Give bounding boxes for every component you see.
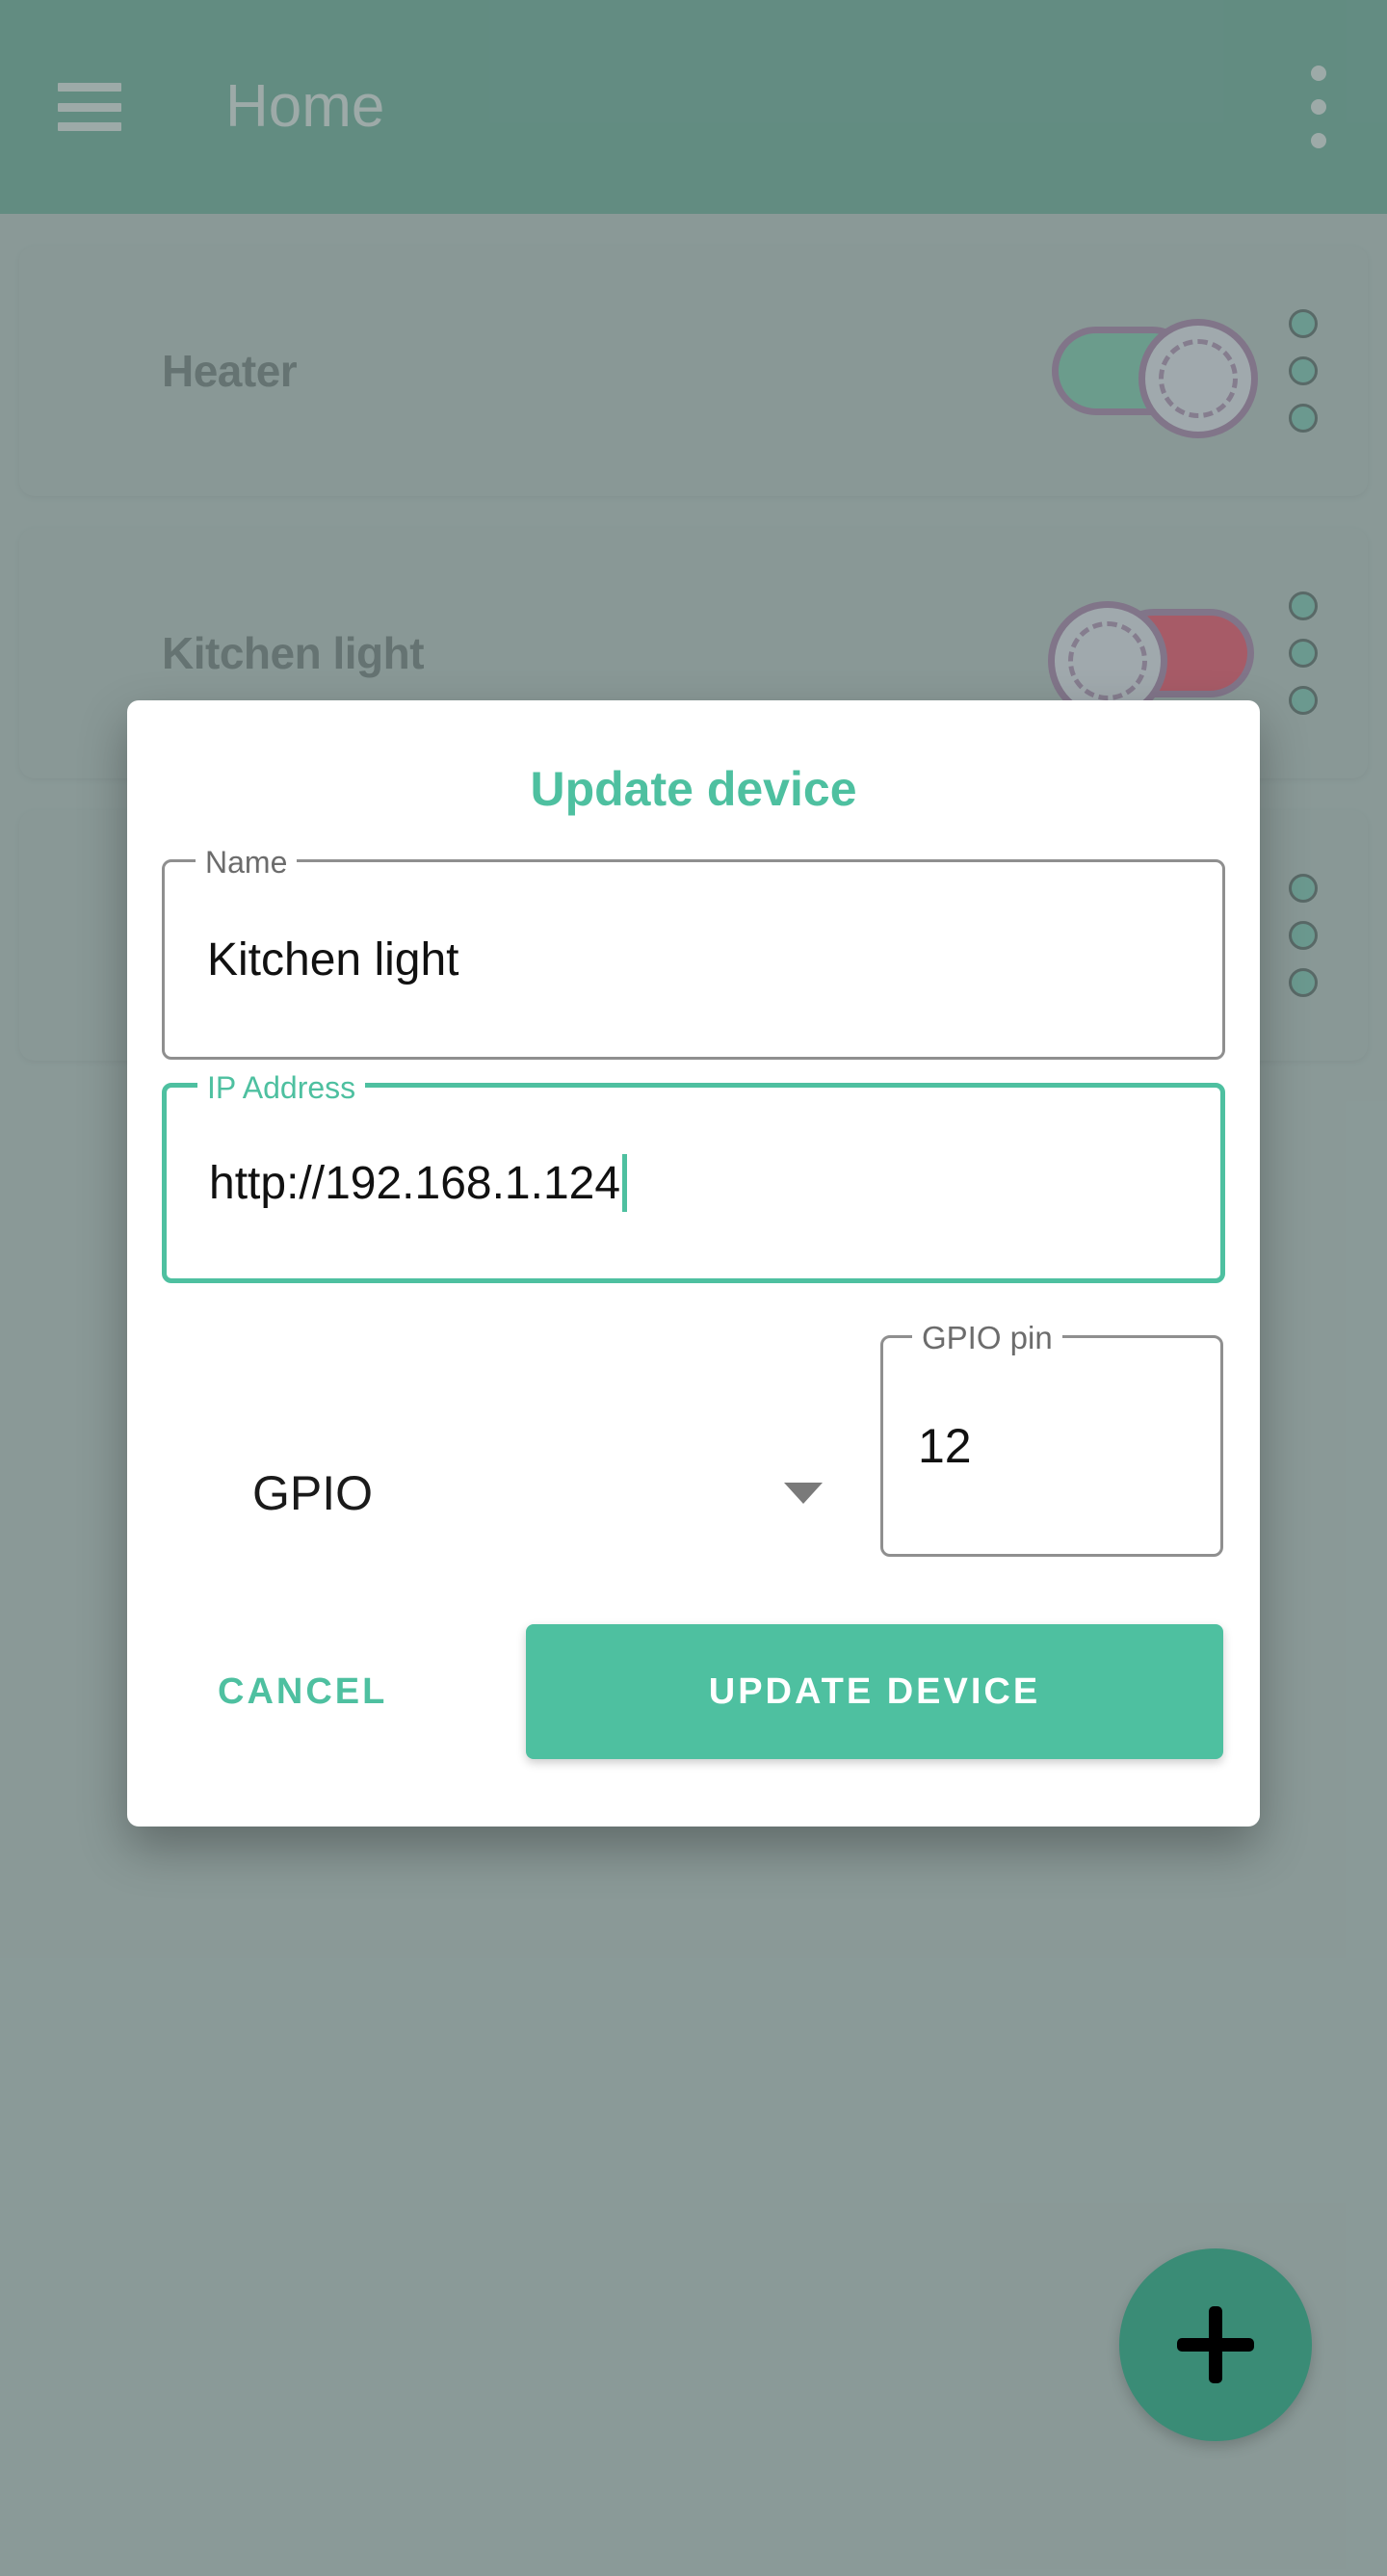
ip-address-input-value: http://192.168.1.124 xyxy=(209,1157,621,1209)
gpio-pin-input-label: GPIO pin xyxy=(912,1319,1062,1357)
app-root: Heater Kitchen light xyxy=(0,0,1387,2576)
gpio-pin-input[interactable]: GPIO pin 12 xyxy=(880,1319,1223,1557)
cancel-button[interactable]: CANCEL xyxy=(164,1643,441,1742)
gpio-mode-dropdown-value: GPIO xyxy=(252,1466,374,1520)
gpio-mode-dropdown[interactable]: GPIO xyxy=(162,1430,880,1557)
name-input-value: Kitchen light xyxy=(207,933,459,986)
ip-address-input[interactable]: IP Address http://192.168.1.124 xyxy=(162,1069,1225,1283)
add-device-fab[interactable] xyxy=(1119,2248,1312,2441)
text-cursor xyxy=(622,1154,628,1212)
dialog-title: Update device xyxy=(530,762,857,816)
ip-address-input-label: IP Address xyxy=(197,1069,366,1106)
gpio-row: GPIO GPIO pin 12 xyxy=(162,1319,1225,1557)
update-device-button[interactable]: UPDATE DEVICE xyxy=(526,1624,1223,1759)
gpio-pin-input-value: 12 xyxy=(918,1419,972,1473)
name-input[interactable]: Name Kitchen light xyxy=(162,844,1225,1060)
plus-icon xyxy=(1177,2306,1254,2383)
dialog-actions: CANCEL UPDATE DEVICE xyxy=(162,1624,1225,1759)
chevron-down-icon xyxy=(784,1483,823,1504)
name-input-label: Name xyxy=(196,844,298,881)
update-device-dialog: Update device Name Kitchen light IP Addr… xyxy=(127,700,1260,1827)
